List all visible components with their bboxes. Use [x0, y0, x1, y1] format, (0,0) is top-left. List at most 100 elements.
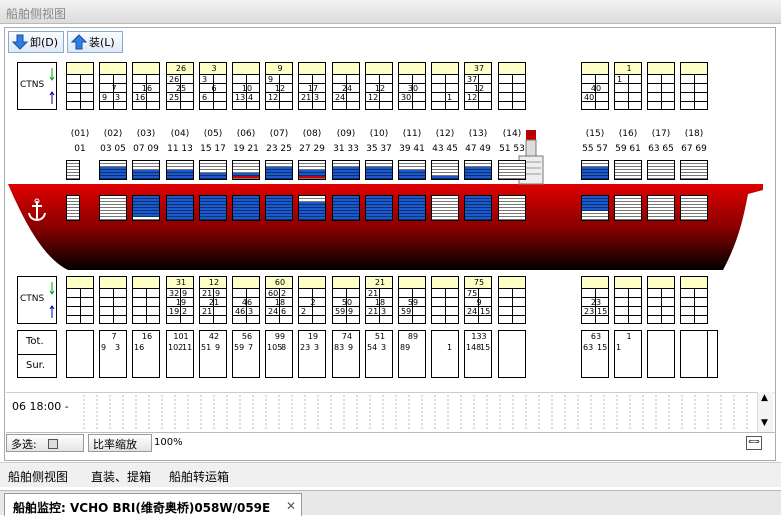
tot-cell[interactable]: 101 102 11 [166, 330, 194, 378]
top-bay-slot[interactable]: 11 [614, 62, 642, 110]
hold-stack[interactable] [498, 195, 526, 221]
deck-stack[interactable] [464, 160, 492, 180]
hold-stack[interactable] [166, 195, 194, 221]
bottom-bay-slot[interactable] [647, 276, 675, 324]
bottom-bay-slot[interactable]: 50 59 9 [332, 276, 360, 324]
vertical-scrollbar[interactable]: ▲ ▼ [757, 392, 773, 432]
bottom-bay-slot[interactable]: 12 21 9 21 21 [199, 276, 227, 324]
hold-stack[interactable] [398, 195, 426, 221]
bottom-bay-slot[interactable]: 75 75 9 24 15 [464, 276, 492, 324]
deck-stack[interactable] [166, 160, 194, 180]
deck-stack[interactable] [199, 160, 227, 180]
tot-cell[interactable]: 11 [614, 330, 642, 378]
top-bay-slot[interactable]: 16 16 [132, 62, 160, 110]
deck-stack[interactable] [498, 160, 526, 180]
scroll-down-icon[interactable]: ▼ [761, 418, 768, 428]
deck-stack[interactable] [398, 160, 426, 180]
deck-stack[interactable] [232, 160, 260, 180]
tot-cell[interactable] [647, 330, 675, 378]
close-icon[interactable]: ✕ [286, 499, 296, 513]
tot-cell[interactable]: 89 89 [398, 330, 426, 378]
bottom-bay-slot[interactable]: 60 60 2 18 24 6 [265, 276, 293, 324]
tot-cell[interactable]: 56 59 7 [232, 330, 260, 378]
tab-direct-load[interactable]: 直装、提箱 [91, 468, 151, 485]
tot-cell[interactable]: 63 63 15 [581, 330, 609, 378]
top-bay-slot[interactable]: 9 9 12 12 [265, 62, 293, 110]
top-bay-slot[interactable]: 793 [99, 62, 127, 110]
top-bay-slot[interactable]: 3366 [199, 62, 227, 110]
bottom-bay-slot[interactable]: 21 21 18 21 3 [365, 276, 393, 324]
deck-stack[interactable] [647, 160, 675, 180]
tot-cell[interactable]: 1 [431, 330, 459, 378]
bottom-bay-slot[interactable] [498, 276, 526, 324]
top-bay-slot[interactable]: 10 13 4 [232, 62, 260, 110]
top-bay-slot[interactable]: 40 40 [581, 62, 609, 110]
unload-button[interactable]: 卸(D) [8, 31, 64, 53]
hold-stack[interactable] [647, 195, 675, 221]
scale-button[interactable]: 比率缩放 [88, 434, 152, 452]
bottom-bay-slot[interactable]: 22 [298, 276, 326, 324]
hold-stack[interactable] [232, 195, 260, 221]
deck-stack[interactable] [365, 160, 393, 180]
hold-stack[interactable] [464, 195, 492, 221]
tot-cell[interactable]: 16 16 [132, 330, 160, 378]
tot-cell[interactable]: 793 [99, 330, 127, 378]
bottom-bay-slot[interactable] [680, 276, 708, 324]
expand-icon[interactable]: ⟺ [746, 436, 762, 450]
tot-cell[interactable] [498, 330, 526, 378]
hold-stack[interactable] [66, 195, 80, 221]
deck-stack[interactable] [680, 160, 708, 180]
deck-stack[interactable] [66, 160, 80, 180]
top-bay-slot[interactable] [647, 62, 675, 110]
hold-stack[interactable] [431, 195, 459, 221]
hold-stack[interactable] [365, 195, 393, 221]
deck-stack[interactable] [298, 160, 326, 180]
deck-stack[interactable] [332, 160, 360, 180]
tot-cell[interactable]: 74 83 9 [332, 330, 360, 378]
scroll-up-icon[interactable]: ▲ [761, 393, 768, 403]
tot-cell[interactable]: 42 51 9 [199, 330, 227, 378]
hold-stack[interactable] [265, 195, 293, 221]
deck-stack[interactable] [99, 160, 127, 180]
deck-stack[interactable] [431, 160, 459, 180]
tot-cell[interactable] [66, 330, 94, 378]
top-bay-slot[interactable]: 17 21 3 [298, 62, 326, 110]
tot-cell[interactable]: 51 54 3 [365, 330, 393, 378]
deck-stack[interactable] [265, 160, 293, 180]
tot-cell[interactable]: 99 105 8 [265, 330, 293, 378]
bottom-bay-slot[interactable] [99, 276, 127, 324]
hold-stack[interactable] [298, 195, 326, 221]
bottom-bay-slot[interactable] [132, 276, 160, 324]
top-bay-slot[interactable]: 24 24 [332, 62, 360, 110]
hold-stack[interactable] [332, 195, 360, 221]
hold-stack[interactable] [199, 195, 227, 221]
top-bay-slot[interactable]: 37 37 12 12 [464, 62, 492, 110]
timeline-panel[interactable]: 06 18:00 - [6, 392, 774, 432]
hold-stack[interactable] [614, 195, 642, 221]
deck-stack[interactable] [581, 160, 609, 180]
bottom-bay-slot[interactable] [431, 276, 459, 324]
top-bay-slot[interactable] [498, 62, 526, 110]
bottom-bay-slot[interactable]: 59 59 [398, 276, 426, 324]
tot-cell[interactable] [680, 330, 708, 378]
deck-stack[interactable] [132, 160, 160, 180]
bottom-bay-slot[interactable]: 31 32 9 19 19 2 [166, 276, 194, 324]
tot-cell[interactable]: 133 148 15 [464, 330, 492, 378]
hold-stack[interactable] [680, 195, 708, 221]
multi-select-toggle[interactable]: 多选: [6, 434, 84, 452]
top-bay-slot[interactable]: 26 26 25 25 [166, 62, 194, 110]
bottom-bay-slot[interactable] [614, 276, 642, 324]
top-bay-slot[interactable]: 12 12 [365, 62, 393, 110]
bottom-bay-slot[interactable]: 23 23 15 [581, 276, 609, 324]
top-bay-slot[interactable] [680, 62, 708, 110]
hold-stack[interactable] [99, 195, 127, 221]
bottom-bay-slot[interactable] [66, 276, 94, 324]
hold-stack[interactable] [581, 195, 609, 221]
top-bay-slot[interactable]: 30 30 [398, 62, 426, 110]
top-bay-slot[interactable] [66, 62, 94, 110]
hold-stack[interactable] [132, 195, 160, 221]
checkbox-icon[interactable] [48, 439, 59, 449]
top-bay-slot[interactable]: 1 [431, 62, 459, 110]
tab-transfer[interactable]: 船舶转运箱 [169, 468, 229, 485]
tot-cell[interactable]: 19 23 3 [298, 330, 326, 378]
